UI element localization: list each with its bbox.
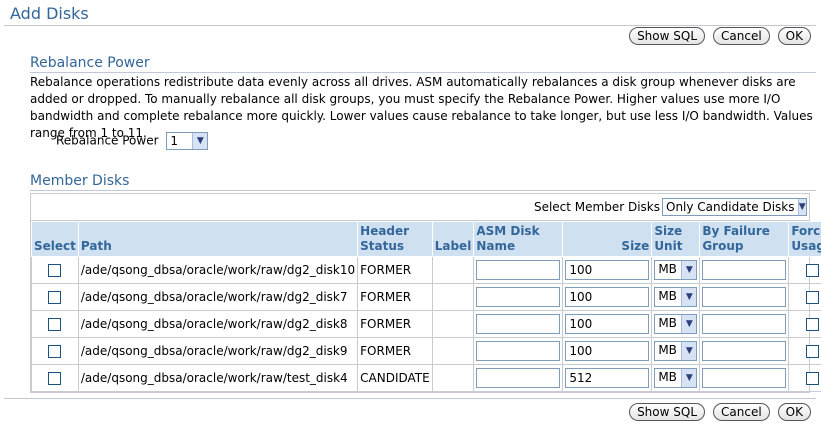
col-select: Select xyxy=(31,221,79,257)
path-cell: /ade/qsong_dbsa/oracle/work/raw/test_dis… xyxy=(77,364,359,392)
size-unit-value: MB xyxy=(658,262,677,276)
asm-disk-name-input[interactable] xyxy=(476,341,561,361)
header-status-cell: FORMER xyxy=(357,256,433,284)
label-cell xyxy=(431,256,475,284)
label-cell xyxy=(431,337,475,365)
rebalance-power-value: 1 xyxy=(170,134,178,148)
select-checkbox[interactable] xyxy=(48,318,62,331)
chevron-down-icon: ▼ xyxy=(681,342,697,360)
table-row: /ade/qsong_dbsa/oracle/work/raw/dg2_disk… xyxy=(31,256,821,284)
select-checkbox[interactable] xyxy=(48,291,62,304)
failure-group-input[interactable] xyxy=(702,260,787,280)
rebalance-power-select[interactable]: 1 ▼ xyxy=(166,132,209,150)
col-header-status: Header Status xyxy=(357,221,433,257)
failure-group-input[interactable] xyxy=(702,287,787,307)
member-disks-table-container: Select Member Disks Only Candidate Disks… xyxy=(30,193,821,393)
path-cell: /ade/qsong_dbsa/oracle/work/raw/dg2_disk… xyxy=(77,283,359,311)
size-input[interactable] xyxy=(565,287,650,307)
cancel-button[interactable]: Cancel xyxy=(713,403,770,421)
asm-disk-name-input[interactable] xyxy=(476,314,561,334)
col-size: Size xyxy=(562,221,653,257)
select-checkbox[interactable] xyxy=(48,264,62,277)
force-usage-checkbox[interactable] xyxy=(805,372,819,385)
title-divider xyxy=(4,25,816,26)
member-disks-table: Select Path Header Status Label ASM Disk… xyxy=(31,221,821,392)
path-cell: /ade/qsong_dbsa/oracle/work/raw/dg2_disk… xyxy=(77,310,359,338)
table-row: /ade/qsong_dbsa/oracle/work/raw/test_dis… xyxy=(31,364,821,392)
header-status-cell: FORMER xyxy=(357,310,433,338)
bottom-button-bar: Show SQL Cancel OK xyxy=(629,403,811,421)
size-unit-select[interactable]: MB ▼ xyxy=(654,260,698,280)
header-status-cell: FORMER xyxy=(357,283,433,311)
size-unit-select[interactable]: MB ▼ xyxy=(654,341,698,361)
bottom-divider xyxy=(4,398,816,399)
rebalance-power-heading: Rebalance Power xyxy=(30,55,150,71)
ok-button[interactable]: OK xyxy=(777,27,811,45)
size-unit-select[interactable]: MB ▼ xyxy=(654,368,698,388)
label-cell xyxy=(431,364,475,392)
show-sql-button[interactable]: Show SQL xyxy=(629,27,706,45)
path-cell: /ade/qsong_dbsa/oracle/work/raw/dg2_disk… xyxy=(77,337,359,365)
col-path: Path xyxy=(77,221,359,257)
size-input[interactable] xyxy=(565,260,650,280)
size-input[interactable] xyxy=(565,368,650,388)
col-force-usage: Force Usage xyxy=(788,221,821,257)
failure-group-input[interactable] xyxy=(702,368,787,388)
rebalance-power-label: Rebalance Power xyxy=(56,133,159,148)
chevron-down-icon: ▼ xyxy=(681,369,697,387)
col-asm-disk-name: ASM Disk Name xyxy=(473,221,564,257)
label-cell xyxy=(431,283,475,311)
select-member-disks-label: Select Member Disks xyxy=(533,200,660,214)
top-button-bar: Show SQL Cancel OK xyxy=(629,27,811,45)
failure-group-input[interactable] xyxy=(702,341,787,361)
path-cell: /ade/qsong_dbsa/oracle/work/raw/dg2_disk… xyxy=(77,256,359,284)
member-disks-divider xyxy=(30,190,816,191)
size-input[interactable] xyxy=(565,314,650,334)
select-checkbox[interactable] xyxy=(48,372,62,385)
select-checkbox[interactable] xyxy=(48,345,62,358)
size-input[interactable] xyxy=(565,341,650,361)
header-status-cell: FORMER xyxy=(357,337,433,365)
rebalance-divider xyxy=(30,72,816,73)
table-row: /ade/qsong_dbsa/oracle/work/raw/dg2_disk… xyxy=(31,283,821,311)
select-member-disks-value: Only Candidate Disks xyxy=(666,200,795,214)
size-unit-value: MB xyxy=(658,316,677,330)
size-unit-select[interactable]: MB ▼ xyxy=(654,314,698,334)
table-row: /ade/qsong_dbsa/oracle/work/raw/dg2_disk… xyxy=(31,337,821,365)
show-sql-button[interactable]: Show SQL xyxy=(629,403,706,421)
force-usage-checkbox[interactable] xyxy=(805,264,819,277)
chevron-down-icon: ▼ xyxy=(681,288,697,306)
asm-disk-name-input[interactable] xyxy=(476,260,561,280)
force-usage-checkbox[interactable] xyxy=(805,318,819,331)
force-usage-checkbox[interactable] xyxy=(805,345,819,358)
table-header-row: Select Path Header Status Label ASM Disk… xyxy=(31,221,821,257)
size-unit-select[interactable]: MB ▼ xyxy=(654,287,698,307)
label-cell xyxy=(431,310,475,338)
col-failure-group: By Failure Group xyxy=(699,221,790,257)
size-unit-value: MB xyxy=(658,370,677,384)
header-status-cell: CANDIDATE xyxy=(357,364,433,392)
cancel-button[interactable]: Cancel xyxy=(713,27,770,45)
col-size-unit: Size Unit xyxy=(651,221,701,257)
rebalance-power-field: Rebalance Power 1 ▼ xyxy=(56,132,209,150)
table-row: /ade/qsong_dbsa/oracle/work/raw/dg2_disk… xyxy=(31,310,821,338)
ok-button[interactable]: OK xyxy=(777,403,811,421)
col-label: Label xyxy=(431,221,475,257)
force-usage-checkbox[interactable] xyxy=(805,291,819,304)
chevron-down-icon: ▼ xyxy=(681,315,697,333)
chevron-down-icon: ▼ xyxy=(192,133,208,149)
size-unit-value: MB xyxy=(658,343,677,357)
asm-disk-name-input[interactable] xyxy=(476,287,561,307)
page-title: Add Disks xyxy=(10,4,89,23)
asm-disk-name-input[interactable] xyxy=(476,368,561,388)
chevron-down-icon: ▼ xyxy=(681,261,697,279)
member-disks-heading: Member Disks xyxy=(30,173,130,189)
member-disks-toolbar: Select Member Disks Only Candidate Disks… xyxy=(31,194,809,221)
failure-group-input[interactable] xyxy=(702,314,787,334)
size-unit-value: MB xyxy=(658,289,677,303)
chevron-down-icon: ▼ xyxy=(797,199,806,215)
select-member-disks-select[interactable]: Only Candidate Disks ▼ xyxy=(662,198,807,216)
